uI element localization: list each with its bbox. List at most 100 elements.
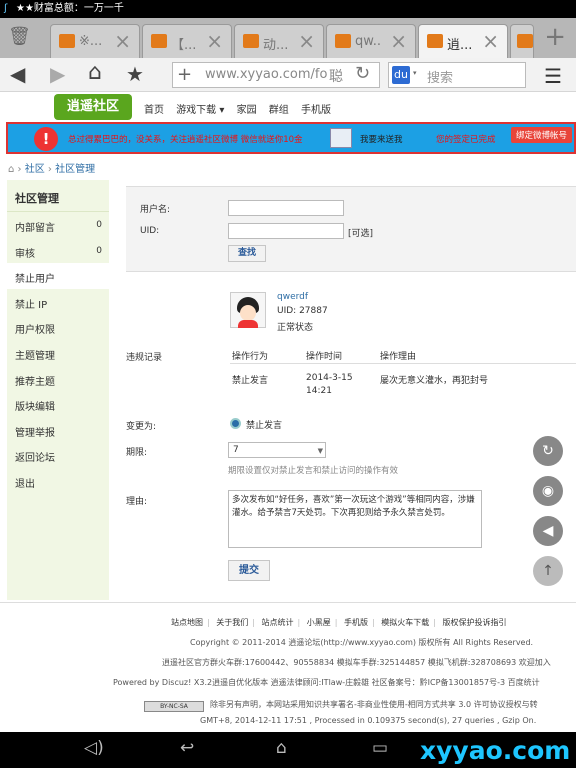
reason-textarea[interactable]: 多次发布如“好任务，喜欢”第一次玩这个游戏”等相同内容，涉嫌灌水。给予禁言7天处… (228, 490, 482, 548)
status-bar: ʃ ★★财富总额：一万一千 (0, 0, 576, 18)
sidebar-item-back-forum[interactable]: 返回论坛 (7, 442, 109, 468)
username-input[interactable] (228, 200, 344, 216)
refresh-icon[interactable]: ↻ (355, 63, 370, 84)
sidebar-item-thread-manage[interactable]: 主题管理 (7, 340, 109, 366)
period-hint: 期限设置仅对禁止发言和禁止访问的操作有效 (228, 466, 399, 476)
refresh-fab-icon[interactable]: ↻ (533, 436, 563, 466)
username-label: 用户名: (140, 205, 171, 215)
tab-4[interactable]: qw... × (326, 24, 416, 58)
up-fab-icon[interactable]: ↑ (533, 556, 563, 586)
sidebar-item-review[interactable]: 审核 0 (7, 238, 109, 264)
tab-1[interactable]: ※... × (50, 24, 140, 58)
home-crumb-icon[interactable]: ⌂ (8, 164, 14, 175)
footer-link[interactable]: 手机版 (344, 618, 368, 627)
uid-label: UID: (140, 226, 160, 236)
sidebar-item-label: 禁止 IP (15, 299, 48, 311)
ban-speech-option[interactable]: 禁止发言 (246, 418, 282, 431)
sidebar-item-forum-edit[interactable]: 版块编辑 (7, 391, 109, 417)
row-action: 禁止发言 (232, 376, 269, 386)
footer-link[interactable]: 站点统计 (262, 618, 294, 627)
footer-link[interactable]: 版权保护投诉指引 (443, 618, 507, 627)
sidebar-item-ban-user[interactable]: 禁止用户 (7, 263, 109, 289)
baidu-icon[interactable]: du (392, 66, 410, 84)
find-button[interactable]: 查找 (228, 245, 266, 262)
crumb-manage[interactable]: 社区管理 (55, 164, 95, 175)
url-text[interactable]: www.xyyao.com/for (205, 67, 327, 82)
period-select[interactable]: 7 ▼ (228, 442, 326, 458)
tab-5-active[interactable]: 逍... × (418, 24, 508, 58)
row-reason: 屡次无意义灌水，再犯封号 (380, 376, 489, 386)
close-icon[interactable]: × (390, 29, 407, 53)
url-field[interactable]: + www.xyyao.com/for 聪 ↻ (172, 62, 380, 88)
footer-link[interactable]: 站点地图 (171, 618, 203, 627)
trash-icon[interactable]: 🗑 (8, 26, 31, 47)
nav-home[interactable]: 首页 (144, 105, 164, 116)
footer-link[interactable]: 模拟火车下载 (381, 618, 429, 627)
user-name-link[interactable]: qwerdf (277, 292, 308, 302)
tab-6[interactable] (510, 24, 534, 58)
recent-apps-icon[interactable]: ▭ (372, 738, 388, 758)
submit-button[interactable]: 提交 (228, 560, 270, 581)
close-icon[interactable]: × (482, 29, 499, 53)
close-icon[interactable]: × (114, 29, 131, 53)
new-tab-icon[interactable]: + (544, 22, 566, 52)
menu-icon[interactable]: ☰ (544, 64, 562, 88)
banner-text-2[interactable]: 我要来送我 (360, 133, 403, 145)
sidebar-item-logout[interactable]: 退出 (7, 468, 109, 494)
nav-game-download[interactable]: 游戏下载 ▾ (176, 105, 224, 116)
copyright: Copyright © 2011-2014 逍遥论坛(http://www.xy… (190, 638, 534, 647)
sidebar-item-label: 内部留言 (15, 223, 55, 234)
home-nav-icon[interactable]: ⌂ (276, 738, 287, 758)
bind-weibo-button[interactable]: 绑定微博帐号 (510, 127, 572, 143)
uid-input[interactable] (228, 223, 344, 239)
reader-icon[interactable]: 聪 (329, 66, 343, 86)
search-placeholder[interactable]: 搜索 (427, 67, 453, 86)
user-status: 正常状态 (277, 323, 314, 333)
reason-label: 理由: (126, 497, 148, 507)
back-icon[interactable]: ◀ (10, 62, 25, 86)
col-reason: 操作理由 (380, 352, 417, 362)
crumb-community[interactable]: 社区 (25, 164, 45, 175)
nav-family[interactable]: 家园 (237, 105, 257, 116)
add-icon[interactable]: + (177, 64, 192, 85)
close-icon[interactable]: × (298, 29, 315, 53)
nav-groups[interactable]: 群组 (269, 105, 289, 116)
ban-speech-radio[interactable] (230, 418, 241, 429)
banner-text: 总过得累巴巴的，没关系，关注逍遥社区微博 微信就送你10金 (68, 135, 303, 145)
alert-icon: ! (34, 127, 58, 151)
forward-icon[interactable]: ▶ (50, 62, 65, 86)
top-nav: 首页 游戏下载 ▾ 家园 群组 手机版 (144, 101, 340, 116)
sidebar-item-ban-ip[interactable]: 禁止 IP (7, 289, 109, 315)
site-logo[interactable]: 逍遥社区 (54, 94, 132, 120)
back-nav-icon[interactable]: ↩ (180, 738, 194, 758)
favicon-icon (427, 34, 443, 48)
footer-link[interactable]: 小黑屋 (307, 618, 331, 627)
sidebar-title: 社区管理 (7, 180, 109, 212)
camera-fab-icon[interactable]: ◉ (533, 476, 563, 506)
change-label: 变更为: (126, 422, 157, 432)
page-stats: GMT+8, 2014-12-11 17:51 , Processed in 0… (200, 716, 537, 725)
tab-2[interactable]: 【... × (142, 24, 232, 58)
bookmark-star-icon[interactable]: ★ (126, 62, 144, 86)
system-nav-bar: ◁) ↩ ⌂ ▭ xyyao.com (0, 732, 576, 768)
home-icon[interactable]: ⌂ (88, 60, 102, 85)
close-icon[interactable]: × (206, 29, 223, 53)
sidebar-item-user-permissions[interactable]: 用户权限 (7, 314, 109, 340)
sidebar-item-reports[interactable]: 管理举报 (7, 417, 109, 443)
sidebar-item-label: 推荐主题 (15, 376, 55, 388)
sidebar-item-recommend[interactable]: 推荐主题 (7, 366, 109, 392)
sidebar-item-inner-messages[interactable]: 内部留言 0 (7, 212, 109, 238)
nav-mobile[interactable]: 手机版 (301, 105, 331, 116)
promo-banner[interactable]: ! 总过得累巴巴的，没关系，关注逍遥社区微博 微信就送你10金 我要来送我 您的… (6, 122, 576, 154)
sidebar-item-label: 版块编辑 (15, 402, 55, 414)
footer-link[interactable]: 关于我们 (216, 618, 248, 627)
cc-license-badge[interactable]: BY-NC-SA (144, 701, 204, 712)
sidebar-item-count: 0 (96, 245, 102, 256)
tab-3[interactable]: 动... × (234, 24, 324, 58)
dropdown-icon[interactable]: ▾ (413, 69, 417, 77)
volume-icon[interactable]: ◁) (84, 738, 104, 758)
breadcrumb: ⌂ › 社区 › 社区管理 (8, 164, 96, 175)
back-fab-icon[interactable]: ◀ (533, 516, 563, 546)
tab-title: ※... (79, 34, 103, 49)
search-field[interactable]: du ▾ 搜索 (388, 62, 526, 88)
